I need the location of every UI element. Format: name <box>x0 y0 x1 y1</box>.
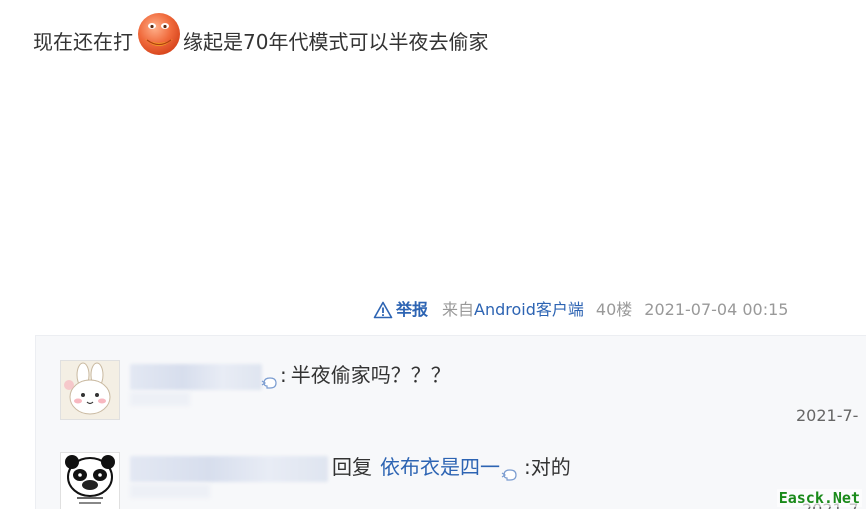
blurred-username <box>130 456 328 482</box>
client-link[interactable]: Android客户端 <box>474 298 584 322</box>
reply-item: : 半夜偷家吗？？？ 2021-7- <box>60 360 866 440</box>
reply-line: 回复 依布衣是四一 : 对的 <box>332 452 571 482</box>
floor-number: 40楼 <box>595 300 633 319</box>
post-time: 2021-07-04 00:15 <box>644 300 789 319</box>
reply-prefix: 回复 <box>332 455 372 479</box>
panda-meme-avatar[interactable] <box>60 452 120 509</box>
reply-content: 对的 <box>530 455 571 479</box>
reply-section: : 半夜偷家吗？？？ 2021-7- 回复 依布衣是四一: 对的 <box>35 335 866 509</box>
page: 现在还在打 缘起是70年代模式可以半夜去偷家 举报 来自 Android客户端 … <box>0 0 866 509</box>
badge-icon <box>501 460 519 481</box>
watermark: Easck.Net <box>776 489 862 507</box>
report-label: 举报 <box>396 300 429 319</box>
reply-separator: : <box>280 363 287 387</box>
blurred-username <box>130 364 262 390</box>
reply-to-user-link[interactable]: 依布衣是四一 <box>380 452 500 482</box>
reply-separator: : <box>524 455 531 479</box>
report-button[interactable]: 举报 <box>373 298 428 322</box>
reply-time: 2021-7- <box>796 406 859 425</box>
reply-item: 回复 依布衣是四一 : 对的 2021-7 <box>60 452 866 509</box>
warning-icon <box>373 301 393 319</box>
post-content: 现在还在打 缘起是70年代模式可以半夜去偷家 <box>33 13 489 57</box>
post-meta: 举报 来自 Android客户端 40楼 2021-07-04 00:15 <box>373 298 788 322</box>
post-text-after: 缘起是70年代模式可以半夜去偷家 <box>183 30 489 54</box>
badge-icon <box>261 368 279 389</box>
blurred-username-extra <box>130 392 190 406</box>
reply-line: : 半夜偷家吗？？？ <box>260 360 451 390</box>
reply-content: 半夜偷家吗？？？ <box>290 363 451 387</box>
from-label: 来自 <box>442 300 475 319</box>
bunny-avatar[interactable] <box>60 360 120 420</box>
blurred-username-extra <box>130 484 210 498</box>
post-text-before: 现在还在打 <box>33 30 133 54</box>
orange-face-emoji-icon <box>136 11 182 57</box>
